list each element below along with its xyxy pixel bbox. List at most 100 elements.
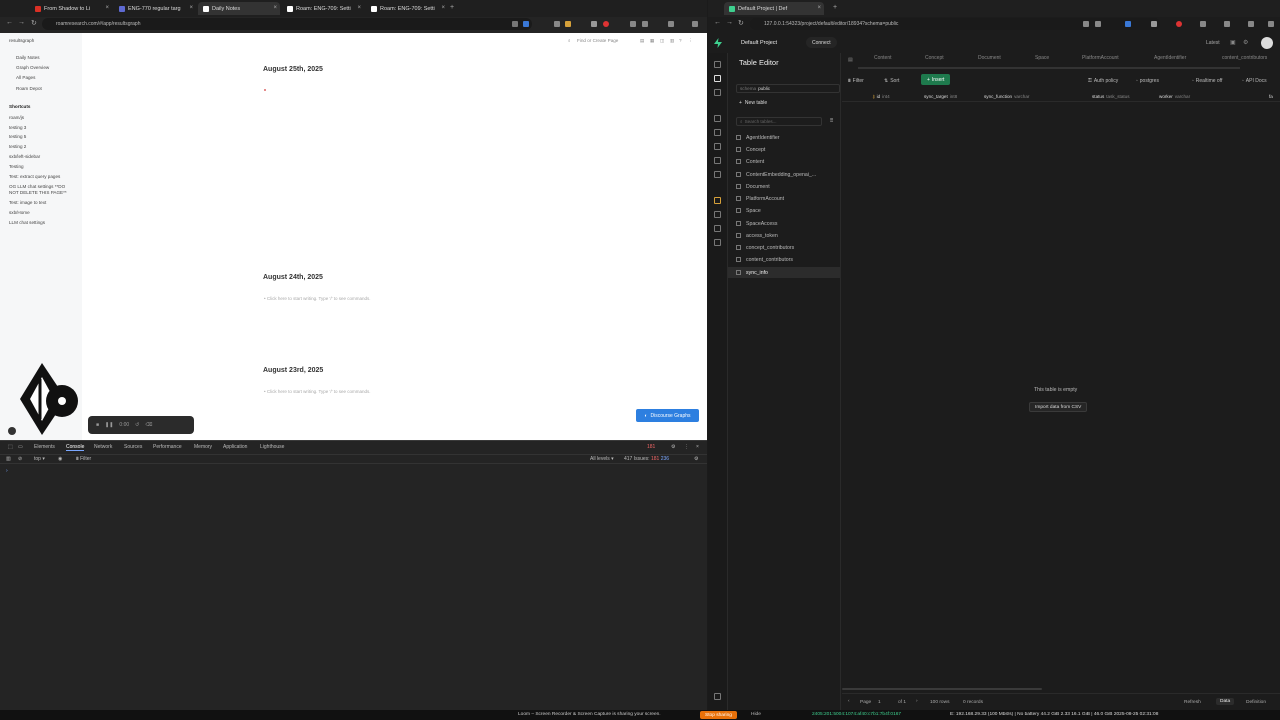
tab-memory[interactable]: Memory [194, 444, 212, 450]
sidebar-item-daily-notes[interactable]: Daily Notes [16, 55, 40, 60]
error-count-badge[interactable]: 181 [647, 444, 655, 450]
tab-console[interactable]: Console [66, 444, 85, 451]
filter-icon[interactable]: ⩩ [830, 118, 833, 125]
connect-button[interactable]: Connect [806, 37, 837, 48]
table-item[interactable]: Content [736, 156, 840, 167]
table-item[interactable]: SpaceAccess [736, 218, 840, 229]
column-header[interactable]: sync_function varchar [984, 94, 1029, 99]
table-item[interactable]: access_token [736, 230, 840, 241]
table-item-active[interactable]: sync_info [728, 267, 840, 278]
next-page-icon[interactable]: › [916, 699, 918, 704]
discourse-graphs-button[interactable]: ◐ Discourse Graphs [636, 409, 699, 422]
forward-icon[interactable]: → [726, 19, 733, 26]
new-table-button[interactable]: + New table [736, 98, 840, 108]
table-item[interactable]: ContentEmbedding_openai_... [736, 169, 840, 180]
home-icon[interactable] [714, 61, 721, 68]
shortcut-item[interactable]: sxb/left-sidebar [9, 154, 40, 159]
new-tab-button[interactable]: + [833, 4, 837, 11]
column-header[interactable]: sync_target int8 [924, 94, 957, 99]
open-table-tab[interactable]: Content [874, 55, 892, 61]
column-header[interactable]: fa [1269, 94, 1273, 99]
tabs-scrollbar[interactable] [858, 67, 1240, 69]
extension-icon[interactable] [1248, 21, 1254, 27]
address-bar[interactable]: roamresearch.com/#/app/resultsgraph [42, 18, 532, 30]
extension-icon[interactable] [642, 21, 648, 27]
daily-note-title[interactable]: August 24th, 2025 [263, 274, 323, 281]
prev-page-icon[interactable]: ‹ [848, 699, 850, 704]
block-placeholder[interactable]: • Click here to start writing. Type '/' … [264, 296, 371, 301]
extension-icon[interactable] [630, 21, 636, 27]
realtime-button[interactable]: ◦ Realtime off [1192, 76, 1222, 85]
functions-icon[interactable] [714, 157, 721, 164]
open-table-tab[interactable]: PlatformAccount [1082, 55, 1119, 61]
avatar[interactable] [1261, 37, 1273, 49]
settings-icon[interactable]: ⚙ [671, 444, 675, 450]
table-item[interactable]: Document [736, 181, 840, 192]
block-bullet[interactable] [264, 89, 266, 91]
extension-icon[interactable] [1176, 21, 1182, 27]
sql-editor-icon[interactable] [714, 89, 721, 96]
shortcut-item[interactable]: NOT DELETE THIS PAGE** [9, 190, 67, 195]
table-editor-icon[interactable] [714, 75, 721, 82]
bookmark-star-icon[interactable] [523, 21, 529, 27]
extension-icon[interactable] [512, 21, 518, 27]
console-settings-icon[interactable]: ⚙ [694, 456, 698, 462]
tab-elements[interactable]: Elements [34, 444, 55, 450]
search-icon[interactable]: ⌕ [568, 38, 571, 43]
reload-icon[interactable]: ↻ [31, 19, 37, 27]
shortcut-item[interactable]: roam/js [9, 115, 24, 120]
tab-lighthouse[interactable]: Lighthouse [260, 444, 284, 450]
daily-note-title[interactable]: August 23rd, 2025 [263, 367, 323, 374]
table-item[interactable]: content_contributors [736, 254, 840, 265]
help-icon[interactable]: ? [679, 38, 682, 43]
sidebar-item-roam-depot[interactable]: Roam Depot [16, 86, 42, 91]
tab-application[interactable]: Application [223, 444, 247, 450]
realtime-icon[interactable] [714, 171, 721, 178]
shortcut-item[interactable]: sxb/Home [9, 210, 30, 215]
stop-icon[interactable]: ■ [96, 422, 99, 428]
extension-icon[interactable] [565, 21, 571, 27]
calendar-icon[interactable]: ▦ [650, 38, 654, 44]
schema-select[interactable]: schema public [736, 84, 840, 93]
extension-icon[interactable] [1224, 21, 1230, 27]
rows-select[interactable]: 100 rows [930, 700, 949, 705]
insert-button[interactable]: + Insert [921, 74, 951, 85]
daily-note-title[interactable]: August 25th, 2025 [263, 66, 323, 73]
refresh-button[interactable]: Refresh [1184, 700, 1201, 705]
back-icon[interactable]: ← [6, 19, 13, 26]
latest-badge[interactable]: Latest [1206, 40, 1220, 46]
device-toolbar-icon[interactable]: ▭ [18, 444, 23, 450]
menu-icon[interactable] [1268, 21, 1274, 27]
import-csv-button[interactable]: Import data from CSV [1029, 402, 1088, 412]
tab-network[interactable]: Network [94, 444, 112, 450]
pause-icon[interactable]: ❚❚ [105, 422, 113, 428]
browser-tab-active[interactable]: Default Project | Def × [724, 2, 824, 15]
clear-console-icon[interactable]: ⊘ [18, 456, 22, 462]
sidebar-item-graph-overview[interactable]: Graph Overview [16, 65, 49, 70]
column-header[interactable]: ⚷ id int4 [872, 94, 890, 100]
definition-tab[interactable]: Definition [1246, 700, 1266, 705]
advisors-icon[interactable] [714, 197, 721, 204]
more-icon[interactable]: ⋮ [688, 38, 693, 44]
table-item[interactable]: Concept [736, 144, 840, 155]
back-icon[interactable]: ← [714, 19, 721, 26]
open-table-tab[interactable]: Space [1035, 55, 1049, 61]
page-input[interactable]: 1 [878, 700, 881, 705]
context-select[interactable]: top ▾ [34, 456, 45, 462]
collapse-icon[interactable] [714, 693, 721, 700]
extension-icon[interactable] [1125, 21, 1131, 27]
graph-name[interactable]: resultsgraph [9, 38, 34, 43]
sidebar-icon[interactable]: ▥ [670, 38, 674, 44]
extension-icon[interactable] [591, 21, 597, 27]
close-icon[interactable]: × [696, 444, 699, 450]
auth-icon[interactable] [714, 129, 721, 136]
help-icon[interactable]: ▣ [1230, 39, 1236, 46]
browser-tab[interactable]: Roam: ENG-709: Setti × [282, 2, 364, 15]
stop-sharing-button[interactable]: Stop sharing [700, 711, 737, 719]
storage-icon[interactable] [714, 143, 721, 150]
restart-icon[interactable]: ↺ [135, 422, 139, 428]
project-name[interactable]: Default Project [741, 40, 777, 46]
graph-icon[interactable]: ◫ [660, 38, 664, 44]
data-tab[interactable]: Data [1216, 698, 1235, 705]
table-item[interactable]: Space [736, 205, 840, 216]
